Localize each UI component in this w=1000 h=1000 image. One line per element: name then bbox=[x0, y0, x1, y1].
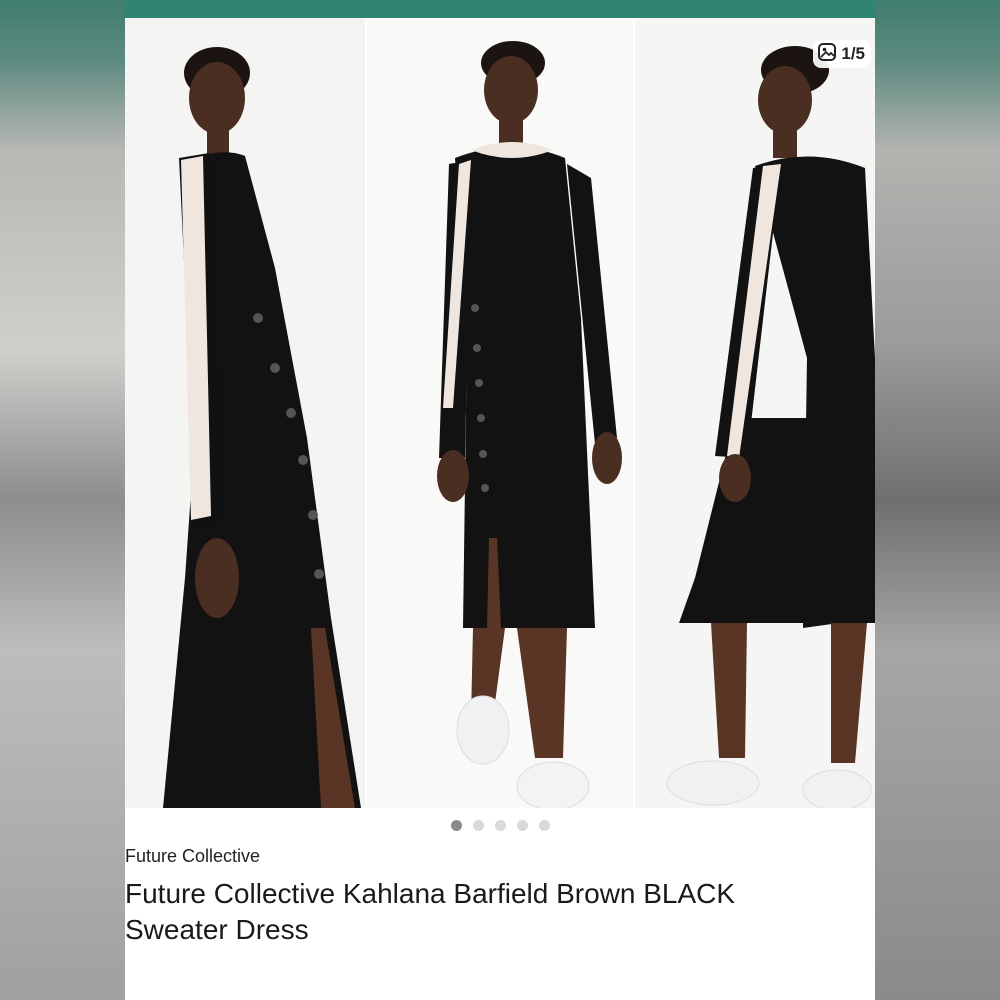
product-page: 1/5 Future Collective Future Collective … bbox=[125, 0, 875, 1000]
blurred-backdrop-right bbox=[875, 0, 1000, 1000]
brand-name[interactable]: Future Collective bbox=[125, 846, 260, 867]
pagination-dot-3[interactable] bbox=[494, 820, 506, 831]
image-counter-text: 1/5 bbox=[841, 44, 865, 63]
product-photo-side-view bbox=[125, 18, 365, 808]
gallery-pagination bbox=[125, 820, 875, 831]
product-photo-front-view bbox=[367, 18, 633, 808]
pagination-dot-2[interactable] bbox=[472, 820, 484, 831]
image-icon bbox=[817, 42, 837, 67]
image-gallery[interactable]: 1/5 bbox=[125, 18, 875, 808]
pagination-dot-4[interactable] bbox=[516, 820, 528, 831]
product-photo-back-view bbox=[635, 18, 875, 808]
pagination-dot-5[interactable] bbox=[538, 820, 550, 831]
app-header-bar bbox=[125, 0, 875, 18]
image-counter: 1/5 bbox=[813, 40, 871, 68]
pagination-dot-1[interactable] bbox=[450, 820, 462, 831]
blurred-backdrop-left bbox=[0, 0, 125, 1000]
product-title: Future Collective Kahlana Barfield Brown… bbox=[125, 878, 736, 945]
